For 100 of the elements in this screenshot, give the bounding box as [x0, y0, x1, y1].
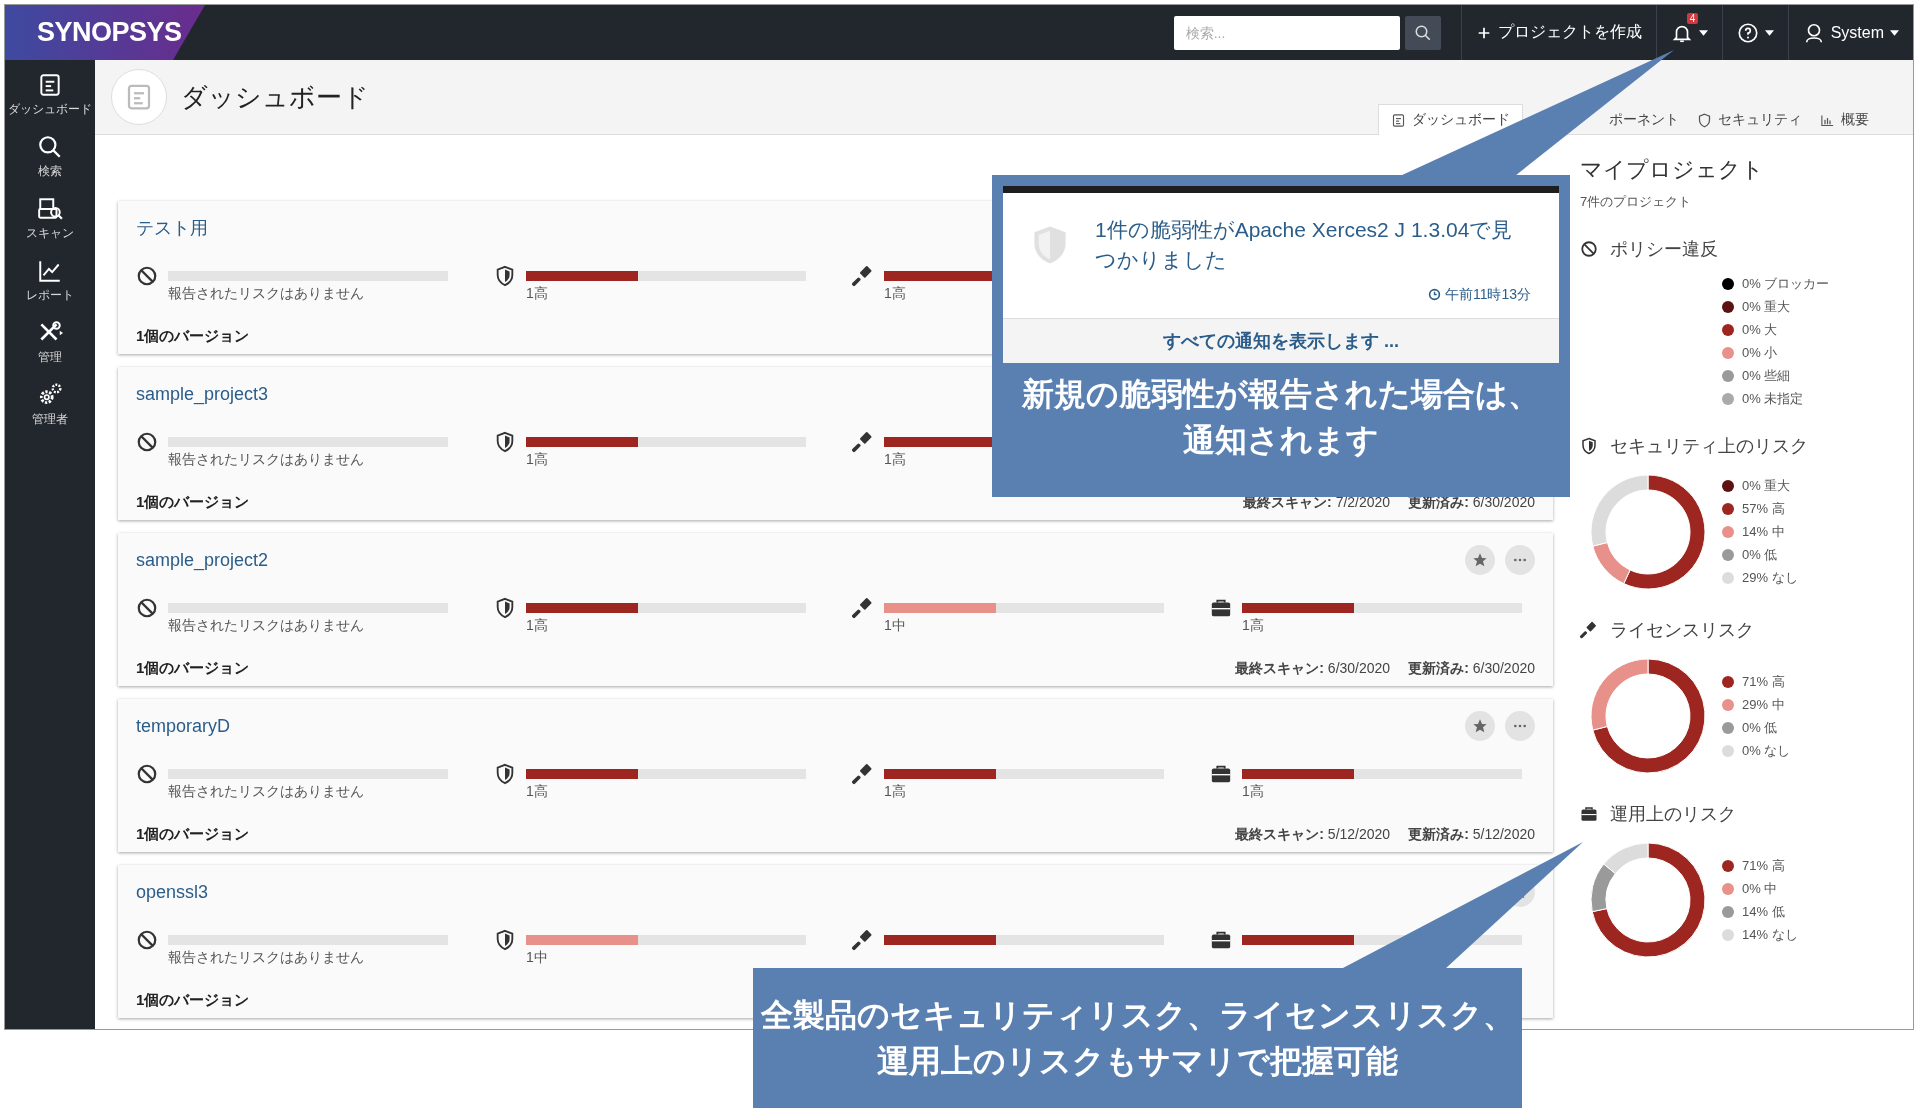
caret-icon [1698, 29, 1708, 36]
clock-icon [1427, 288, 1441, 302]
legend-label: 0% ブロッカー [1742, 275, 1830, 293]
risk-label: 1中 [884, 617, 907, 635]
tab[interactable]: 概要 [1811, 104, 1878, 135]
risk-label: 1高 [884, 783, 907, 801]
risk-label: 1高 [884, 451, 907, 469]
legend-label: 71% 高 [1742, 856, 1785, 875]
section-title: ポリシー違反 [1610, 238, 1718, 261]
version-count: 1個のバージョン [136, 659, 250, 678]
callout-text: 新規の脆弱性が報告された場合は、 [1022, 374, 1540, 414]
sidebar-item[interactable]: スキャン [5, 192, 95, 246]
caret-icon [1890, 29, 1899, 36]
notification-time: 午前11時13分 [1444, 285, 1531, 304]
last-scan-date: 最終スキャン: 5/12/2020 [1235, 825, 1391, 844]
risk-label: 報告されたリスクはありません [168, 617, 365, 635]
search-field[interactable]: 検索... [1173, 15, 1400, 50]
project-count: 7件のプロジェクト [1580, 193, 1693, 211]
project-link[interactable]: テスト用 [136, 216, 208, 240]
search-button[interactable] [1404, 15, 1441, 50]
project-link[interactable]: sample_project2 [136, 549, 269, 571]
notification-badge: 4 [1686, 13, 1699, 24]
version-count: 1個のバージョン [136, 825, 250, 844]
logo[interactable]: SYNOPSYS [5, 5, 205, 60]
sidebar-item[interactable]: 管理者 [5, 378, 95, 432]
callout-text: 全製品のセキュリティリスク、ライセンスリスク、 [760, 995, 1515, 1035]
tab[interactable]: ポーネント [1608, 104, 1688, 135]
shield-icon [1033, 225, 1067, 265]
gavel-icon [852, 431, 874, 453]
ban-icon [136, 597, 158, 619]
risk-label: 1高 [526, 451, 549, 469]
legend-label: 0% 重大 [1742, 477, 1791, 495]
callout-text: 運用上のリスクもサマリで把握可能 [876, 1042, 1399, 1081]
scan-icon [37, 196, 63, 222]
legend-label: 0% 低 [1742, 546, 1778, 564]
briefcase-icon [1210, 763, 1232, 785]
page-title: ダッシュボード [181, 80, 369, 114]
search-icon [37, 134, 63, 160]
ban-icon [1580, 240, 1598, 258]
legend-label: 0% 小 [1742, 344, 1778, 362]
notification-message[interactable]: 1件の脆弱性がApache Xerces2 J 1.3.04で見つかりました [1095, 215, 1531, 276]
shield-icon [1697, 112, 1712, 128]
briefcase-icon [1210, 597, 1232, 619]
version-count: 1個のバージョン [136, 493, 250, 512]
shield-icon [494, 265, 516, 287]
version-count: 1個のバージョン [136, 991, 250, 1010]
project-link[interactable]: temporaryD [136, 715, 231, 737]
risk-label: 1中 [526, 949, 549, 967]
project-link[interactable]: openssl3 [136, 881, 209, 903]
callout-text: 通知されます [1182, 421, 1380, 461]
ban-icon [136, 763, 158, 785]
ban-icon [136, 929, 158, 951]
risk-label: 1高 [526, 617, 549, 635]
favorite-button[interactable] [1465, 545, 1495, 575]
risk-label: 1高 [884, 285, 907, 303]
star-icon [1472, 718, 1488, 734]
summary-title: マイプロジェクト [1580, 156, 1765, 184]
legend-label: 14% 中 [1742, 523, 1785, 541]
ban-icon [136, 431, 158, 453]
risk-label: 報告されたリスクはありません [168, 451, 365, 469]
updated-date: 更新済み: 5/12/2020 [1408, 825, 1535, 844]
risk-label: 1高 [526, 285, 549, 303]
legend-label: 0% 些細 [1742, 367, 1791, 385]
risk-label: 1高 [1242, 783, 1265, 801]
gavel-icon [852, 929, 874, 951]
legend-label: 0% 重大 [1742, 298, 1791, 316]
briefcase-icon [1580, 805, 1598, 823]
search-icon [1413, 23, 1432, 42]
legend-label: 0% 中 [1742, 879, 1778, 898]
star-icon [1472, 552, 1488, 568]
legend-label: 0% 未指定 [1742, 390, 1804, 408]
risk-label: 報告されたリスクはありません [168, 285, 365, 303]
risk-label: 報告されたリスクはありません [168, 949, 365, 967]
shield-icon [494, 763, 516, 785]
tab[interactable]: ダッシュボード [1378, 104, 1523, 135]
section-title: ライセンスリスク [1610, 619, 1754, 642]
section-title: 運用上のリスク [1610, 803, 1736, 826]
sidebar-item[interactable]: 検索 [5, 130, 95, 184]
tab[interactable]: セキュリティ [1688, 104, 1811, 135]
gavel-icon [852, 265, 874, 287]
legend-label: 57% 高 [1742, 500, 1785, 518]
help-icon [1736, 21, 1759, 44]
risk-label: 報告されたリスクはありません [168, 783, 365, 801]
favorite-button[interactable] [1465, 711, 1495, 741]
sidebar-item[interactable]: レポート [5, 254, 95, 308]
risk-label: 1高 [1242, 617, 1265, 635]
shield-icon [494, 597, 516, 619]
view-all-notifications-link[interactable]: すべての通知を表示します ... [1003, 317, 1559, 363]
section-title: セキュリティ上のリスク [1610, 435, 1808, 458]
sidebar-item[interactable]: 管理 [5, 316, 95, 370]
updated-date: 更新済み: 6/30/2020 [1408, 659, 1535, 678]
gavel-icon [1580, 621, 1598, 639]
legend-label: 29% なし [1742, 569, 1798, 587]
document-icon [37, 72, 63, 98]
project-link[interactable]: sample_project3 [136, 383, 269, 405]
legend-label: 14% 低 [1742, 902, 1785, 921]
sidebar-item[interactable]: ダッシュボード [5, 68, 95, 122]
shield-icon [494, 929, 516, 951]
legend-label: 0% なし [1742, 741, 1791, 760]
line-chart-icon [37, 258, 63, 284]
